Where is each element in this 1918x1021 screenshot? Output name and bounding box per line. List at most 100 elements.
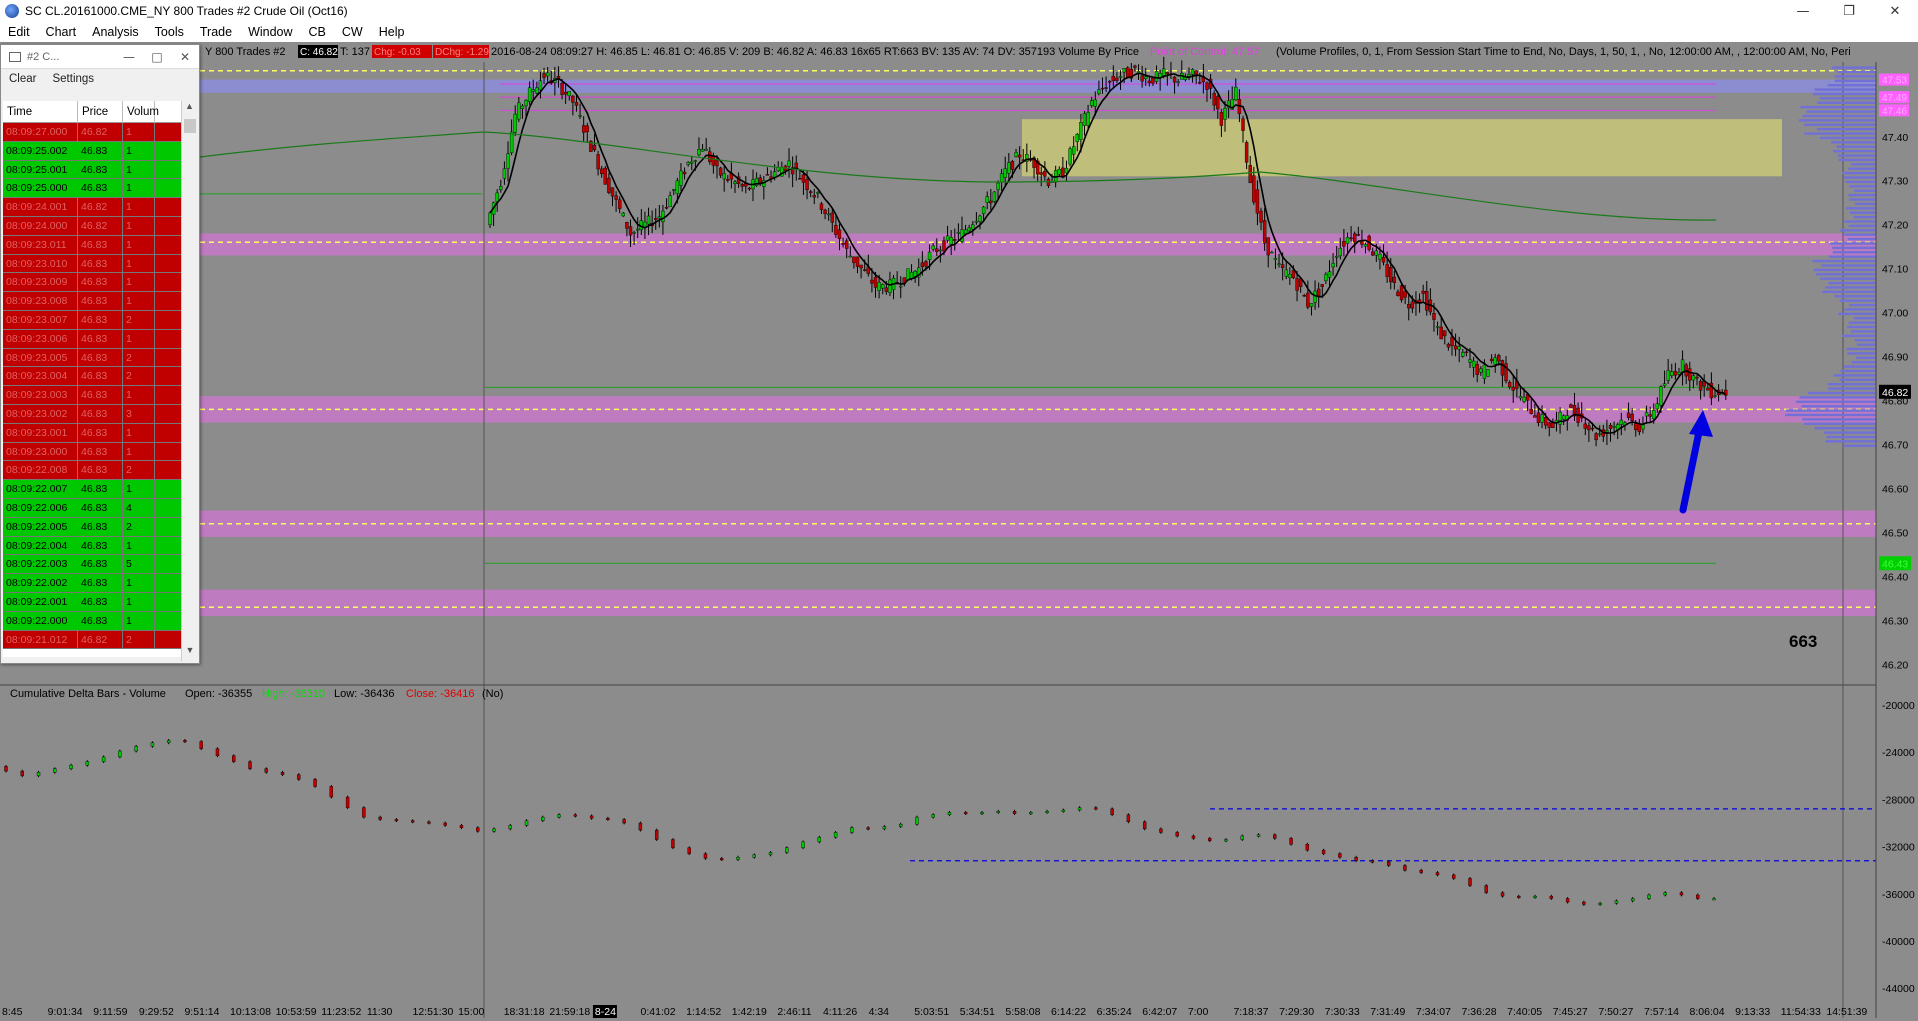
volume-profile-bar	[1837, 146, 1876, 148]
chart-area[interactable]: Y 800 Trades #2 C: 46.82 T: 137 Chg: -0.…	[0, 42, 1918, 1018]
ts-row[interactable]: 08:09:23.006 46.83 1	[3, 330, 183, 349]
ts-row[interactable]: 08:09:22.005 46.83 2	[3, 518, 183, 537]
candle-body	[1310, 303, 1313, 306]
ts-row[interactable]: 08:09:23.004 46.83 2	[3, 367, 183, 386]
ts-row[interactable]: 08:09:24.000 46.82 1	[3, 217, 183, 236]
ts-row[interactable]: 08:09:23.005 46.83 2	[3, 349, 183, 368]
time-and-sales-window[interactable]: #2 C... — □ ✕ Clear Settings Time Price …	[0, 44, 200, 664]
scroll-up-icon[interactable]: ▲	[182, 101, 197, 117]
volume-profile-bar	[1796, 401, 1876, 403]
time-tick-label: 7:36:28	[1462, 1006, 1497, 1018]
col-volume[interactable]: Volum	[123, 101, 155, 123]
candle-body	[687, 162, 690, 164]
ts-row[interactable]: 08:09:23.010 46.83 1	[3, 255, 183, 274]
ts-volume-cell: 1	[123, 123, 155, 141]
ts-volume-cell: 1	[123, 612, 155, 630]
ts-row[interactable]: 08:09:22.000 46.83 1	[3, 612, 183, 631]
ts-settings-button[interactable]: Settings	[52, 73, 94, 85]
menu-chart[interactable]: Chart	[38, 25, 85, 39]
time-tick-label: 9:11:59	[93, 1006, 127, 1018]
price-tick-label: 46.40	[1882, 571, 1908, 583]
ts-minimize-button[interactable]: —	[115, 50, 143, 64]
ts-time-cell: 08:09:25.002	[3, 142, 78, 160]
time-tick-label: 5:03:51	[914, 1006, 949, 1018]
ts-row[interactable]: 08:09:23.002 46.83 3	[3, 405, 183, 424]
time-tick-label: 4:11:26	[823, 1006, 857, 1018]
price-tick-label: 46.30	[1882, 615, 1908, 627]
candle-body	[1688, 369, 1691, 381]
menu-tools[interactable]: Tools	[147, 25, 192, 39]
col-price[interactable]: Price	[78, 101, 123, 123]
candle-body	[777, 168, 780, 171]
ts-clear-button[interactable]: Clear	[9, 73, 36, 85]
ts-row[interactable]: 08:09:23.003 46.83 1	[3, 386, 183, 405]
scroll-thumb[interactable]	[184, 119, 196, 133]
delta-bar-body	[183, 740, 186, 742]
ts-row[interactable]: 08:09:22.002 46.83 1	[3, 574, 183, 593]
delta-low: Low: -36436	[334, 688, 395, 700]
delta-bar-body	[720, 858, 723, 860]
ts-row[interactable]: 08:09:23.009 46.83 1	[3, 273, 183, 292]
close-button[interactable]: ✕	[1872, 0, 1918, 22]
ts-row[interactable]: 08:09:25.000 46.83 1	[3, 179, 183, 198]
delta-bar-body	[1062, 810, 1065, 812]
menu-analysis[interactable]: Analysis	[84, 25, 147, 39]
candle-body	[683, 172, 686, 174]
candle-body	[968, 228, 971, 231]
delta-bar-body	[899, 824, 902, 826]
ts-row[interactable]: 08:09:23.001 46.83 1	[3, 424, 183, 443]
volume-profile-bar	[1842, 335, 1876, 337]
delta-tick-label: -24000	[1882, 747, 1915, 759]
ts-row[interactable]: 08:09:21.012 46.82 2	[3, 631, 183, 650]
ts-close-button[interactable]: ✕	[171, 50, 199, 64]
price-tick-label: 46.60	[1882, 484, 1908, 496]
candle-body	[1252, 176, 1255, 202]
ts-maximize-button[interactable]: □	[143, 50, 171, 64]
ts-row[interactable]: 08:09:25.002 46.83 1	[3, 142, 183, 161]
ts-row[interactable]: 08:09:22.007 46.83 1	[3, 480, 183, 499]
ts-row[interactable]: 08:09:27.000 46.82 1	[3, 123, 183, 142]
minimize-button[interactable]: —	[1780, 0, 1826, 22]
candle-body	[1083, 113, 1086, 125]
candle-body	[820, 204, 823, 210]
menu-edit[interactable]: Edit	[0, 25, 38, 39]
ts-row[interactable]: 08:09:22.008 46.83 2	[3, 461, 183, 480]
candle-body	[1659, 387, 1662, 405]
ts-row[interactable]: 08:09:25.001 46.83 1	[3, 161, 183, 180]
col-time[interactable]: Time	[3, 101, 78, 123]
ts-row[interactable]: 08:09:23.008 46.83 1	[3, 292, 183, 311]
candle-body	[1494, 358, 1497, 365]
candle-body	[1512, 387, 1515, 390]
ts-row[interactable]: 08:09:24.001 46.82 1	[3, 198, 183, 217]
candle-body	[788, 161, 791, 166]
ts-row[interactable]: 08:09:23.000 46.83 1	[3, 443, 183, 462]
menu-cw[interactable]: CW	[334, 25, 371, 39]
volume-profile-bar	[1844, 220, 1876, 222]
delta-bar-body	[427, 822, 430, 824]
candle-body	[1141, 76, 1144, 81]
restore-button[interactable]: ❐	[1826, 0, 1872, 22]
delta-bar-body	[37, 772, 40, 776]
ts-row[interactable]: 08:09:22.006 46.83 4	[3, 499, 183, 518]
ts-scrollbar[interactable]: ▲ ▼	[181, 101, 197, 661]
candle-body	[924, 262, 927, 267]
delta-bar-body	[281, 772, 284, 774]
ts-grid[interactable]: Time Price Volum 08:09:27.000 46.82 1 08:09…	[3, 101, 183, 657]
menu-cb[interactable]: CB	[301, 25, 334, 39]
volume-profile-bar	[1825, 286, 1876, 288]
ts-row[interactable]: 08:09:23.007 46.83 2	[3, 311, 183, 330]
volume-profile-bar	[1800, 106, 1876, 108]
ts-row[interactable]: 08:09:22.003 46.83 5	[3, 555, 183, 574]
delta-bar-body	[118, 751, 121, 757]
volume-profile-bar	[1815, 88, 1876, 90]
candle-body	[1706, 388, 1709, 390]
ts-row[interactable]: 08:09:22.004 46.83 1	[3, 537, 183, 556]
ts-row[interactable]: 08:09:23.011 46.83 1	[3, 236, 183, 255]
ts-row[interactable]: 08:09:22.001 46.83 1	[3, 593, 183, 612]
volume-profile-bar	[1832, 247, 1876, 249]
menu-window[interactable]: Window	[240, 25, 300, 39]
menu-help[interactable]: Help	[371, 25, 413, 39]
menu-trade[interactable]: Trade	[192, 25, 240, 39]
scroll-down-icon[interactable]: ▼	[182, 645, 198, 661]
profile-settings: (Volume Profiles, 0, 1, From Session Sta…	[1276, 46, 1851, 58]
